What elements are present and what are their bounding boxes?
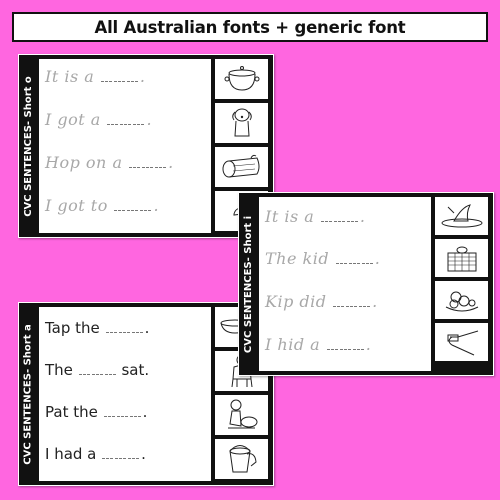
sentence-line: Kip did . <box>265 292 378 311</box>
bucket-picture <box>215 439 268 479</box>
worksheet-card-short-i: CVC SENTENCES- Short i It is a . The kid… <box>238 192 494 376</box>
sentence-line: I hid a . <box>265 335 372 354</box>
child-cat-icon <box>227 399 257 429</box>
log-picture <box>215 147 268 187</box>
figs-picture <box>435 281 488 319</box>
log-icon <box>222 154 259 178</box>
dog-picture <box>215 103 268 143</box>
sentence-sheet: It is a . I got a . Hop on a . I got to … <box>39 59 211 233</box>
pin-picture <box>435 323 488 361</box>
pot-picture <box>215 59 268 99</box>
picture-column <box>435 197 488 361</box>
sentence-line: It is a . <box>45 67 146 86</box>
fin-picture <box>435 197 488 235</box>
pot-icon <box>224 66 259 91</box>
sentence-line: Pat the . <box>45 403 148 421</box>
sentence-line: It is a . <box>265 207 366 226</box>
worksheet-card-short-a: CVC SENTENCES- Short a Tap the . The sat… <box>18 302 274 486</box>
sentence-line: I got to . <box>45 196 160 215</box>
card-side-label: CVC SENTENCES- Short i <box>243 215 255 353</box>
title-banner: All Australian fonts + generic font <box>12 12 488 42</box>
card-side-label: CVC SENTENCES- Short a <box>23 323 34 465</box>
safety-pin-icon <box>447 330 478 356</box>
shark-fin-icon <box>441 204 482 228</box>
card-side-label: CVC SENTENCES- Short o <box>23 75 34 217</box>
cat-picture <box>215 395 268 435</box>
sentence-line: The kid . <box>265 249 381 268</box>
sentence-line: Tap the . <box>45 319 150 337</box>
sentence-line: The sat. <box>45 361 150 379</box>
bricks-picture <box>435 239 488 277</box>
sentence-line: I got a . <box>45 110 153 129</box>
worksheet-card-short-o: CVC SENTENCES- Short o It is a . I got a… <box>18 54 274 238</box>
bricks-icon <box>447 246 476 272</box>
dog-icon <box>231 108 252 137</box>
figs-icon <box>445 291 478 312</box>
sentence-sheet: It is a . The kid . Kip did . I hid a . <box>259 197 431 371</box>
banner-title: All Australian fonts + generic font <box>94 17 406 37</box>
sentence-line: I had a . <box>45 445 146 463</box>
sentence-sheet: Tap the . The sat. Pat the . I had a . <box>39 307 211 481</box>
sentence-line: Hop on a . <box>45 153 174 172</box>
bucket-icon <box>229 445 257 473</box>
